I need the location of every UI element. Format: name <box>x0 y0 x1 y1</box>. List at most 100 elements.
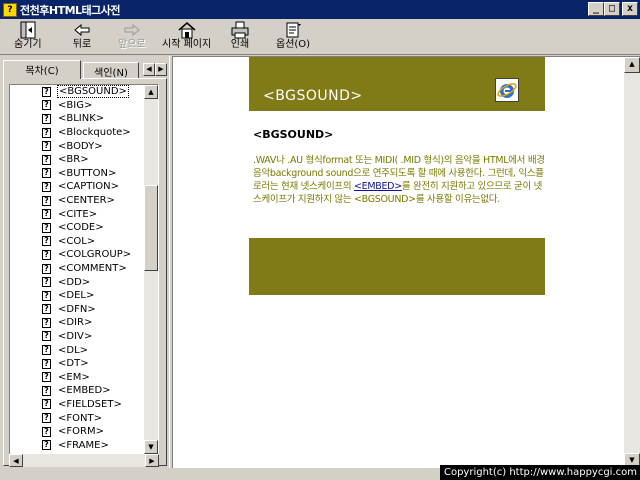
tree-horizontal-scrollbar[interactable]: ◀ ▶ <box>9 454 159 467</box>
tree-item[interactable]: ? <BUTTON> <box>10 167 145 181</box>
tree-item-label: <DD> <box>58 276 91 288</box>
tree-item[interactable]: ? <CODE> <box>10 221 145 235</box>
maximize-button[interactable]: □ <box>604 2 620 16</box>
help-topic-icon: ? <box>42 127 51 138</box>
help-topic-icon: ? <box>42 141 51 152</box>
tree-item[interactable]: ? <DFN> <box>10 303 145 317</box>
help-topic-icon: ? <box>42 113 51 124</box>
help-topic-icon: ? <box>42 426 51 437</box>
forward-label: 앞으로 <box>118 39 146 50</box>
help-topic-icon: ? <box>42 236 51 247</box>
tree-item[interactable]: ? <CAPTION> <box>10 180 145 194</box>
tree-item-label: <BODY> <box>58 140 103 152</box>
tab-contents[interactable]: 목차(C) <box>3 60 81 79</box>
embed-link[interactable]: <EMBED> <box>354 181 402 192</box>
tree-item-label: <FIELDSET> <box>58 398 122 410</box>
help-app-icon: ? <box>3 2 17 17</box>
tree-vertical-scrollbar[interactable]: ▲ ▼ <box>144 85 158 454</box>
close-button[interactable]: x <box>622 2 638 16</box>
tree-item[interactable]: ? <FRAME> <box>10 438 145 452</box>
tree-item[interactable]: ? <COLGROUP> <box>10 248 145 262</box>
tree-item[interactable]: ? <EM> <box>10 370 145 384</box>
tree-item[interactable]: ? <DEL> <box>10 289 145 303</box>
tree-item[interactable]: ? <DL> <box>10 343 145 357</box>
tree-item[interactable]: ? <BIG> <box>10 99 145 113</box>
tree-item[interactable]: ? <FIELDSET> <box>10 398 145 412</box>
tree-item-label: <FRAME> <box>58 439 109 451</box>
content-vertical-scrollbar[interactable]: ▲ ▼ <box>624 57 640 468</box>
scroll-left-icon[interactable]: ◀ <box>9 454 23 467</box>
help-topic-icon: ? <box>42 304 51 315</box>
tab-contents-label: 목차(C) <box>25 66 59 77</box>
tab-index[interactable]: 색인(N) <box>83 62 139 79</box>
forward-button[interactable]: 앞으로 <box>118 21 146 53</box>
back-arrow-icon <box>71 21 93 39</box>
tree-item[interactable]: ? <BGSOUND> <box>10 85 145 99</box>
tree-item[interactable]: ? <DIV> <box>10 330 145 344</box>
tree-item[interactable]: ? <DT> <box>10 357 145 371</box>
tab-scroll-right-icon[interactable]: ▶ <box>155 63 167 76</box>
topic-header-title: <BGSOUND> <box>263 88 363 104</box>
tree-item[interactable]: ? <DD> <box>10 275 145 289</box>
contents-tree[interactable]: ? <BGSOUND>? <BIG>? <BLINK>? <Blockquote>? <B… <box>9 84 159 455</box>
minimize-button[interactable]: _ <box>588 2 604 16</box>
help-topic-icon: ? <box>42 263 51 274</box>
tree-item-label: <BLINK> <box>58 113 105 125</box>
help-topic-icon: ? <box>42 399 51 410</box>
tree-item-label: <DIR> <box>58 317 93 329</box>
help-topic-icon: ? <box>42 100 51 111</box>
tree-scroll-thumb[interactable] <box>144 185 158 271</box>
tree-item[interactable]: ? <EMBED> <box>10 384 145 398</box>
tree-item[interactable]: ? <FORM> <box>10 425 145 439</box>
help-topic-icon: ? <box>42 222 51 233</box>
help-topic-icon: ? <box>42 209 51 220</box>
topic-content: <BGSOUND> <BGSOUND> .WAV나 .AU 형식format 또… <box>173 56 640 468</box>
help-topic-icon: ? <box>42 385 51 396</box>
tree-item[interactable]: ? <CENTER> <box>10 194 145 208</box>
title-bar: ? 전천후HTML태그사전 _ □ x <box>0 0 640 19</box>
scroll-up-icon[interactable]: ▲ <box>144 85 158 99</box>
tree-item[interactable]: ? <BLINK> <box>10 112 145 126</box>
tree-item[interactable]: ? <COL> <box>10 235 145 249</box>
tree-item-label: <DT> <box>58 358 89 370</box>
tree-item[interactable]: ? <CITE> <box>10 207 145 221</box>
nav-tabs: 목차(C) 색인(N) ◀ ▶ <box>3 60 167 79</box>
help-topic-icon: ? <box>42 195 51 206</box>
options-button[interactable]: 옵션(O) <box>276 21 310 53</box>
tree-item[interactable]: ? <FONT> <box>10 411 145 425</box>
topic-header-band: <BGSOUND> <box>249 57 545 111</box>
printer-icon <box>229 21 251 39</box>
tree-item-label: <CAPTION> <box>58 181 120 193</box>
home-icon <box>176 21 198 39</box>
tree-item-label: <BUTTON> <box>58 167 117 179</box>
tree-item[interactable]: ? <COMMENT> <box>10 262 145 276</box>
help-topic-icon: ? <box>42 290 51 301</box>
help-topic-icon: ? <box>42 86 51 97</box>
tree-item[interactable]: ? <BR> <box>10 153 145 167</box>
help-topic-icon: ? <box>42 440 51 451</box>
scroll-down-icon[interactable]: ▼ <box>144 440 158 454</box>
back-button[interactable]: 뒤로 <box>71 21 93 53</box>
hide-button[interactable]: 숨기기 <box>14 21 42 53</box>
home-label: 시작 페이지 <box>162 39 212 50</box>
hide-pane-icon <box>17 21 39 39</box>
tree-item-label: <DIV> <box>58 330 93 342</box>
tree-item-label: <Blockquote> <box>58 127 131 139</box>
tree-item-label: <BR> <box>58 154 89 166</box>
window-title: 전천후HTML태그사전 <box>20 3 121 17</box>
tree-item[interactable]: ? <BODY> <box>10 139 145 153</box>
help-topic-icon: ? <box>42 181 51 192</box>
options-icon <box>282 21 304 39</box>
tab-scroll-left-icon[interactable]: ◀ <box>143 63 155 76</box>
tree-item-label: <CENTER> <box>58 195 115 207</box>
scroll-right-icon[interactable]: ▶ <box>145 454 159 467</box>
help-topic-icon: ? <box>42 345 51 356</box>
print-button[interactable]: 인쇄 <box>229 21 251 53</box>
content-scroll-up-icon[interactable]: ▲ <box>624 57 640 73</box>
help-topic-icon: ? <box>42 372 51 383</box>
tree-item[interactable]: ? <DIR> <box>10 316 145 330</box>
home-button[interactable]: 시작 페이지 <box>162 21 211 53</box>
tree-item-label: <DFN> <box>58 303 96 315</box>
tree-item[interactable]: ? <Blockquote> <box>10 126 145 140</box>
tab-scroll-arrows: ◀ ▶ <box>143 63 167 76</box>
